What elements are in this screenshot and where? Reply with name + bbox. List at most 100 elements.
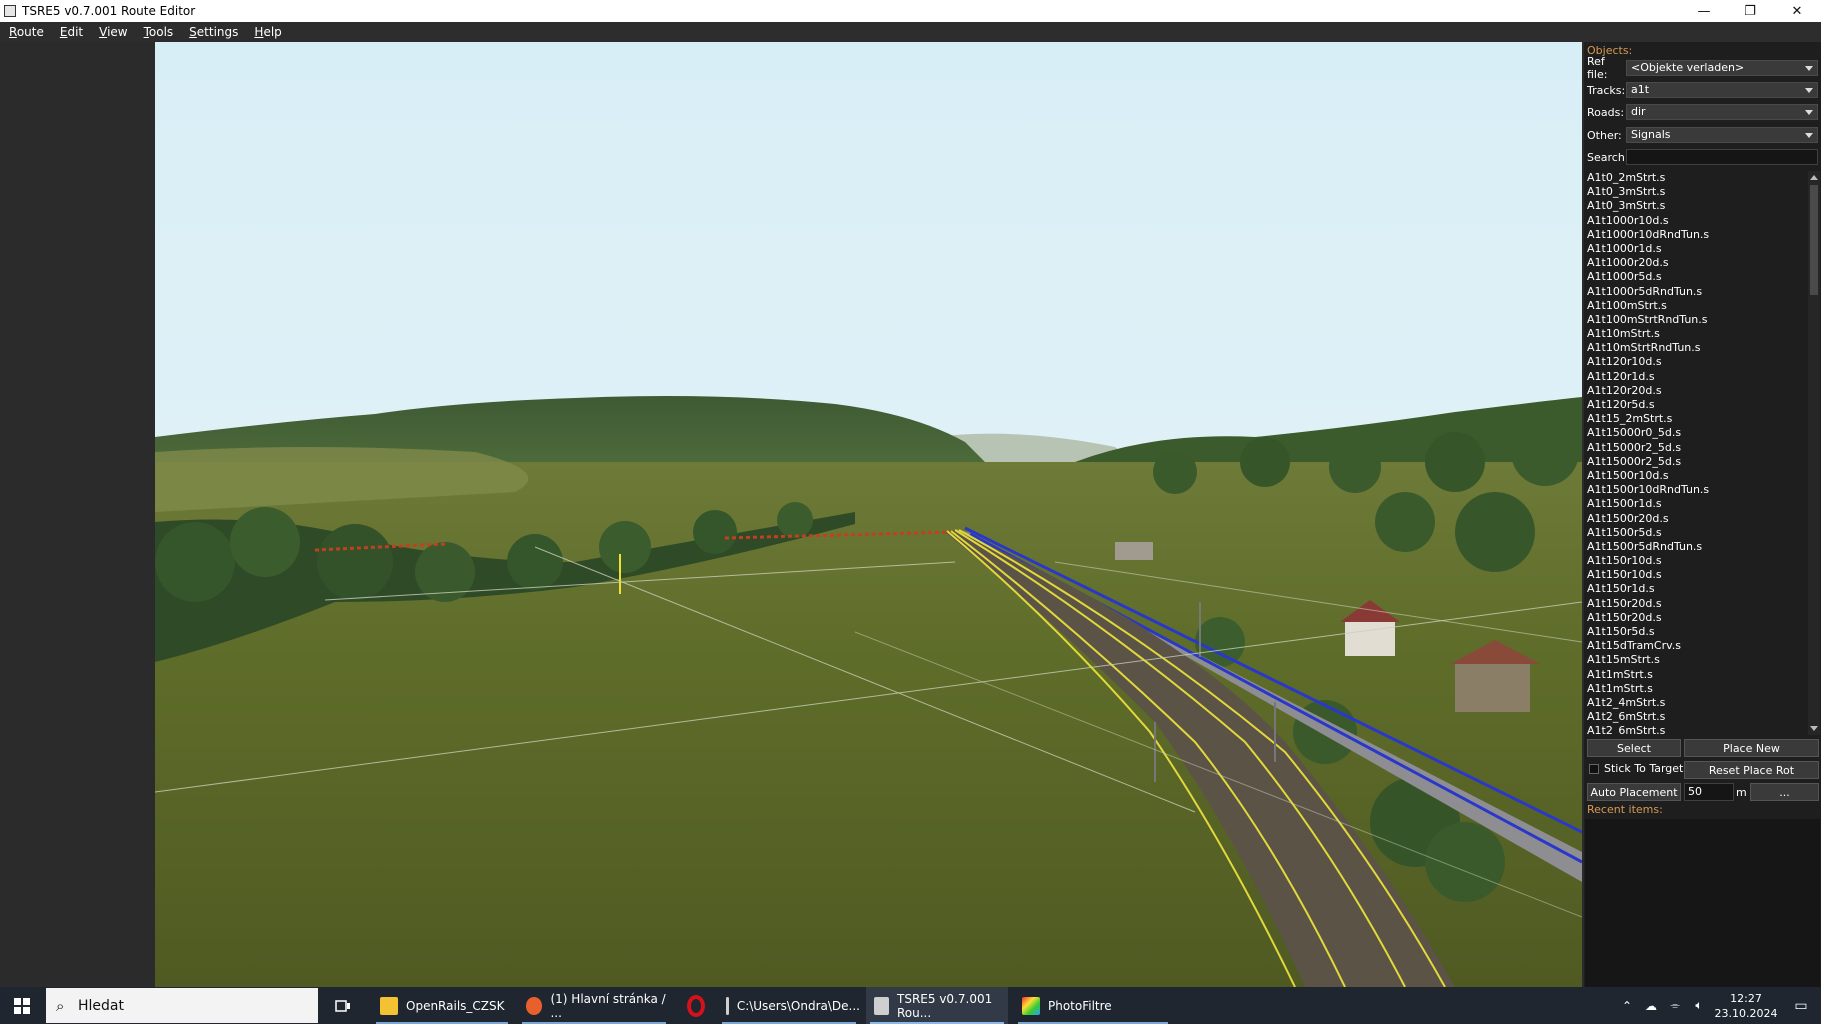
task-opera[interactable] — [676, 987, 716, 1024]
task-openrails-folder[interactable]: OpenRails_CZSK — [372, 987, 512, 1024]
scroll-thumb[interactable] — [1810, 185, 1818, 295]
menu-route[interactable]: Route — [0, 25, 51, 39]
object-list-item[interactable]: A1t1500r5d.s — [1584, 526, 1806, 540]
object-list-item[interactable]: A1t1500r20d.s — [1584, 512, 1806, 526]
scroll-down-icon[interactable] — [1810, 726, 1818, 731]
minimize-button[interactable]: — — [1681, 0, 1727, 22]
menu-bar: Route Edit View Tools Settings Help — [0, 22, 1821, 42]
object-list-item[interactable]: A1t1000r1d.s — [1584, 242, 1806, 256]
object-list-item[interactable]: A1t1000r20d.s — [1584, 256, 1806, 270]
distance-unit-label: m — [1736, 786, 1747, 799]
onedrive-icon[interactable]: ☁ — [1639, 999, 1663, 1013]
chevron-down-icon — [1805, 110, 1813, 115]
object-list-item[interactable]: A1t1mStrt.s — [1584, 668, 1806, 682]
menu-settings[interactable]: Settings — [180, 25, 245, 39]
tracks-combo[interactable]: a1t — [1626, 82, 1818, 98]
close-button[interactable]: ✕ — [1773, 0, 1821, 22]
object-list-item[interactable]: A1t150r1d.s — [1584, 582, 1806, 596]
object-list-item[interactable]: A1t10mStrt.s — [1584, 327, 1806, 341]
object-list[interactable]: A1t0_2mStrt.s A1t0_3mStrt.s A1t0_3mStrt.s A… — [1584, 171, 1806, 735]
object-list-item[interactable]: A1t120r1d.s — [1584, 370, 1806, 384]
object-list-item[interactable]: A1t2_6mStrt.s — [1584, 710, 1806, 724]
recent-items-list[interactable] — [1585, 819, 1820, 987]
menu-tools[interactable]: Tools — [135, 25, 181, 39]
chevron-down-icon — [1805, 88, 1813, 93]
object-list-item[interactable]: A1t100mStrt.s — [1584, 299, 1806, 313]
task-tsre5[interactable]: TSRE5 v0.7.001 Rou... — [866, 987, 1008, 1024]
auto-placement-distance-input[interactable]: 50 — [1684, 783, 1734, 801]
speaker-icon[interactable]: 🔈︎ — [1687, 998, 1711, 1013]
object-list-item[interactable]: A1t15dTramCrv.s — [1584, 639, 1806, 653]
object-list-item[interactable]: A1t2_4mStrt.s — [1584, 696, 1806, 710]
ref-file-label: Ref file: — [1587, 55, 1608, 81]
search-input[interactable] — [1626, 149, 1818, 165]
route-3d-viewport[interactable] — [155, 42, 1582, 987]
reset-place-rot-button[interactable]: Reset Place Rot — [1684, 761, 1819, 779]
more-options-button[interactable]: ... — [1750, 783, 1819, 801]
chevron-up-icon[interactable]: ⌃ — [1615, 999, 1639, 1013]
stick-to-target-checkbox[interactable] — [1589, 764, 1599, 774]
other-combo[interactable]: Signals — [1626, 127, 1818, 143]
photofiltre-icon — [1022, 996, 1040, 1015]
object-list-item[interactable]: A1t100mStrtRndTun.s — [1584, 313, 1806, 327]
object-list-scrollbar[interactable] — [1808, 171, 1820, 735]
menu-view[interactable]: View — [90, 25, 134, 39]
taskbar-search-box[interactable]: ⌕ Hledat — [46, 988, 318, 1023]
object-list-item[interactable]: A1t0_3mStrt.s — [1584, 199, 1806, 213]
objects-panel: Objects: Ref file: <Objekte verladen> Tr… — [1584, 42, 1821, 987]
auto-placement-button[interactable]: Auto Placement — [1587, 783, 1681, 801]
roads-combo[interactable]: dir — [1626, 104, 1818, 120]
select-button[interactable]: Select — [1587, 739, 1681, 757]
place-new-button[interactable]: Place New — [1684, 739, 1819, 757]
object-list-item[interactable]: A1t1500r1d.s — [1584, 497, 1806, 511]
object-list-item[interactable]: A1t1000r10dRndTun.s — [1584, 228, 1806, 242]
task-label: C:\Users\Ondra\De... — [736, 998, 860, 1013]
object-list-item[interactable]: A1t1000r5d.s — [1584, 270, 1806, 284]
task-view-button[interactable] — [326, 987, 360, 1024]
tsre-icon — [874, 996, 889, 1015]
object-list-item[interactable]: A1t150r20d.s — [1584, 597, 1806, 611]
task-photofiltre[interactable]: PhotoFiltre — [1014, 987, 1172, 1024]
object-list-item[interactable]: A1t2_6mStrt.s — [1584, 724, 1806, 735]
house — [1345, 620, 1395, 656]
network-icon[interactable]: ⌯ — [1663, 998, 1687, 1013]
object-list-item[interactable]: A1t0_2mStrt.s — [1584, 171, 1806, 185]
object-list-item[interactable]: A1t1500r10dRndTun.s — [1584, 483, 1806, 497]
menu-edit[interactable]: Edit — [51, 25, 90, 39]
object-list-item[interactable]: A1t1000r10d.s — [1584, 214, 1806, 228]
object-list-item[interactable]: A1t120r5d.s — [1584, 398, 1806, 412]
task-view-icon — [335, 999, 350, 1012]
maximize-button[interactable]: ❐ — [1727, 0, 1773, 22]
tracks-value: a1t — [1631, 83, 1650, 96]
object-list-item[interactable]: A1t15000r2_5d.s — [1584, 441, 1806, 455]
task-firefox[interactable]: (1) Hlavní stránka / ... — [518, 987, 670, 1024]
object-list-item[interactable]: A1t150r20d.s — [1584, 611, 1806, 625]
object-list-item[interactable]: A1t120r20d.s — [1584, 384, 1806, 398]
object-list-item[interactable]: A1t15000r2_5d.s — [1584, 455, 1806, 469]
terrain-scene — [155, 42, 1582, 987]
object-list-item[interactable]: A1t150r10d.s — [1584, 554, 1806, 568]
object-list-item[interactable]: A1t15000r0_5d.s — [1584, 426, 1806, 440]
notifications-icon[interactable]: ▭ — [1781, 998, 1821, 1014]
object-list-item[interactable]: A1t0_3mStrt.s — [1584, 185, 1806, 199]
object-list-item[interactable]: A1t1000r5dRndTun.s — [1584, 285, 1806, 299]
object-list-item[interactable]: A1t10mStrtRndTun.s — [1584, 341, 1806, 355]
object-list-item[interactable]: A1t150r5d.s — [1584, 625, 1806, 639]
task-explorer-window[interactable]: C:\Users\Ondra\De... — [718, 987, 860, 1024]
windows-start-button[interactable] — [0, 987, 44, 1024]
task-label: OpenRails_CZSK — [406, 998, 505, 1013]
object-list-item[interactable]: A1t150r10d.s — [1584, 568, 1806, 582]
roads-label: Roads: — [1587, 105, 1625, 119]
object-list-item[interactable]: A1t15_2mStrt.s — [1584, 412, 1806, 426]
object-list-item[interactable]: A1t1mStrt.s — [1584, 682, 1806, 696]
ref-file-combo[interactable]: <Objekte verladen> — [1626, 60, 1818, 76]
taskbar-clock[interactable]: 12:27 23.10.2024 — [1711, 991, 1781, 1021]
window-title: TSRE5 v0.7.001 Route Editor — [22, 4, 196, 18]
object-list-item[interactable]: A1t1500r10d.s — [1584, 469, 1806, 483]
object-list-item[interactable]: A1t1500r5dRndTun.s — [1584, 540, 1806, 554]
scroll-up-icon[interactable] — [1810, 175, 1818, 180]
menu-help[interactable]: Help — [245, 25, 288, 39]
object-list-item[interactable]: A1t120r10d.s — [1584, 355, 1806, 369]
object-list-item[interactable]: A1t15mStrt.s — [1584, 653, 1806, 667]
menu-tools-label: ools — [148, 25, 174, 39]
